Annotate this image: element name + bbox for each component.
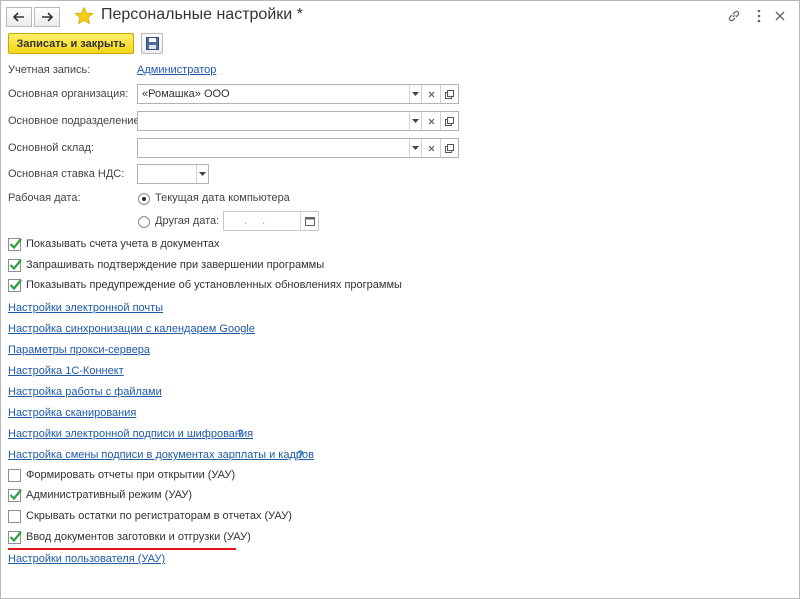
arrow-left-icon	[13, 12, 24, 22]
checkmark-icon	[9, 259, 22, 271]
floppy-disk-icon	[145, 37, 159, 50]
calendar-icon	[304, 217, 315, 226]
workdate-current-label: Текущая дата компьютера	[155, 192, 290, 204]
more-button[interactable]	[751, 8, 767, 24]
link-email-settings[interactable]: Настройки электронной почты	[8, 302, 163, 314]
vat-label: Основная ставка НДС:	[8, 168, 125, 180]
close-icon	[775, 11, 785, 21]
dropdown-arrow-icon	[412, 119, 419, 123]
division-field[interactable]	[137, 111, 459, 131]
link-button[interactable]	[726, 8, 742, 24]
checkbox-show-accounts[interactable]	[8, 238, 22, 251]
help-icon[interactable]: ?	[237, 428, 244, 440]
favorite-star-icon[interactable]	[74, 6, 94, 26]
checkbox-label: Административный режим (УАУ)	[26, 489, 193, 501]
checkmark-icon	[9, 489, 22, 501]
checkbox-confirm-exit[interactable]	[8, 259, 22, 272]
org-clear-button[interactable]	[421, 85, 440, 103]
open-form-icon	[445, 143, 454, 153]
more-vertical-icon	[757, 9, 761, 23]
account-link[interactable]: Администратор	[137, 64, 216, 76]
checkmark-icon	[9, 279, 22, 291]
clear-icon	[428, 145, 434, 151]
workdate-label: Рабочая дата:	[8, 192, 81, 204]
forward-button[interactable]	[34, 7, 60, 27]
vat-field[interactable]	[137, 164, 209, 184]
division-dropdown-button[interactable]	[409, 112, 421, 130]
org-value: «Ромашка» ООО	[142, 88, 230, 100]
workdate-other-radio[interactable]	[138, 216, 150, 228]
org-field[interactable]: «Ромашка» ООО	[137, 84, 459, 104]
link-google-calendar-sync[interactable]: Настройка синхронизации с календарем Goo…	[8, 323, 255, 335]
dropdown-arrow-icon	[199, 172, 206, 176]
vat-dropdown-button[interactable]	[196, 165, 208, 183]
account-label: Учетная запись:	[8, 64, 91, 76]
checkbox-label: Показывать предупреждение об установленн…	[26, 279, 402, 291]
link-file-settings[interactable]: Настройка работы с файлами	[8, 386, 162, 398]
warehouse-dropdown-button[interactable]	[409, 139, 421, 157]
link-icon	[728, 10, 740, 22]
org-open-button[interactable]	[440, 85, 458, 103]
workdate-other-label: Другая дата:	[155, 215, 220, 227]
division-open-button[interactable]	[440, 112, 458, 130]
checkmark-icon	[9, 531, 22, 543]
red-highlight-underline	[8, 548, 236, 550]
checkbox-label: Показывать счета учета в документах	[26, 238, 220, 250]
checkbox-hide-balances[interactable]	[8, 510, 21, 523]
arrow-right-icon	[42, 12, 53, 22]
link-signature-change-hr[interactable]: Настройка смены подписи в документах зар…	[8, 449, 314, 461]
warehouse-open-button[interactable]	[440, 139, 458, 157]
window-title: Персональные настройки *	[101, 6, 303, 23]
date-mask: . .	[244, 215, 272, 227]
workdate-other-field[interactable]: . .	[223, 211, 319, 231]
org-label: Основная организация:	[8, 88, 129, 100]
workdate-current-radio[interactable]	[138, 193, 150, 205]
link-user-settings[interactable]: Настройки пользователя (УАУ)	[8, 553, 165, 565]
checkmark-icon	[9, 238, 22, 250]
checkbox-label: Формировать отчеты при открытии (УАУ)	[26, 469, 236, 481]
link-proxy-settings[interactable]: Параметры прокси-сервера	[8, 344, 150, 356]
dropdown-arrow-icon	[412, 92, 419, 96]
warehouse-label: Основной склад:	[8, 142, 94, 154]
warehouse-field[interactable]	[137, 138, 459, 158]
checkbox-label: Запрашивать подтверждение при завершении…	[26, 259, 325, 271]
save-button[interactable]	[141, 33, 163, 54]
checkbox-label: Скрывать остатки по регистраторам в отче…	[26, 510, 292, 522]
link-scan-settings[interactable]: Настройка сканирования	[8, 407, 136, 419]
calendar-button[interactable]	[300, 212, 318, 230]
division-label: Основное подразделение:	[8, 115, 143, 127]
checkbox-label: Ввод документов заготовки и отгрузки (УА…	[26, 531, 251, 543]
link-digital-signature[interactable]: Настройки электронной подписи и шифрован…	[8, 428, 253, 440]
open-form-icon	[445, 89, 454, 99]
warehouse-clear-button[interactable]	[421, 139, 440, 157]
title-bar: Персональные настройки *	[0, 0, 800, 32]
save-and-close-button[interactable]: Записать и закрыть	[8, 33, 134, 54]
help-icon[interactable]: ?	[297, 449, 304, 461]
checkbox-admin-mode[interactable]	[8, 489, 22, 502]
close-button[interactable]	[772, 8, 788, 24]
org-dropdown-button[interactable]	[409, 85, 421, 103]
checkbox-reports-on-open[interactable]	[8, 469, 21, 482]
division-clear-button[interactable]	[421, 112, 440, 130]
checkbox-procurement-docs[interactable]	[8, 531, 22, 544]
dropdown-arrow-icon	[412, 146, 419, 150]
open-form-icon	[445, 116, 454, 126]
link-1c-connect[interactable]: Настройка 1С-Коннект	[8, 365, 124, 377]
checkbox-update-warning[interactable]	[8, 279, 22, 292]
clear-icon	[428, 91, 434, 97]
back-button[interactable]	[6, 7, 32, 27]
clear-icon	[428, 118, 434, 124]
